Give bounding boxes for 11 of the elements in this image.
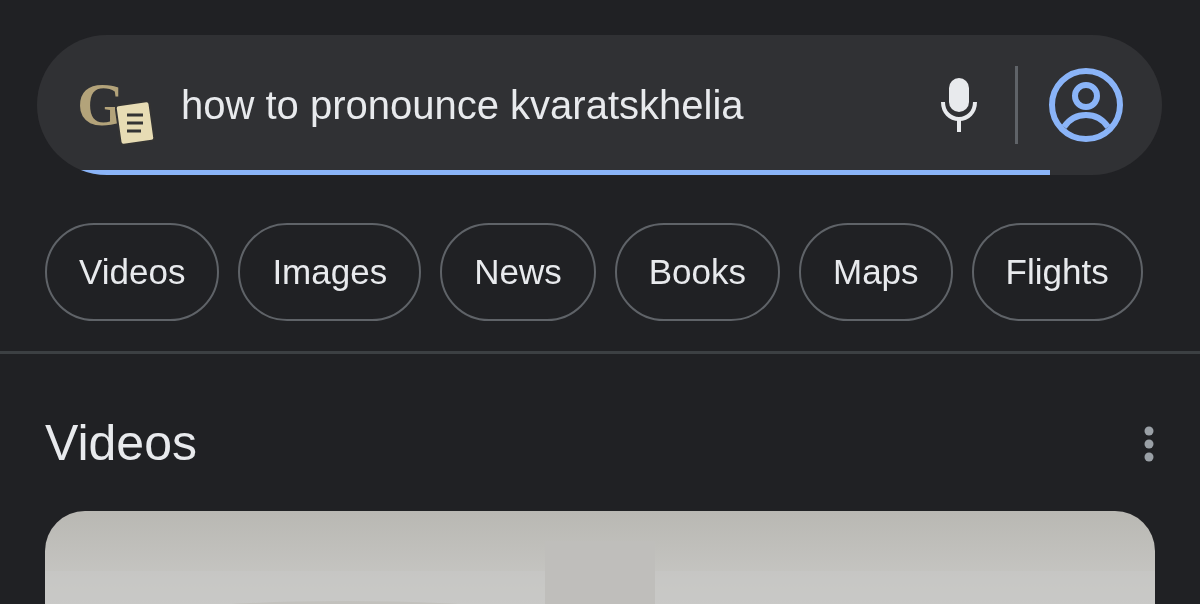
filter-chip[interactable]: Images — [238, 223, 422, 321]
account-icon[interactable] — [1048, 67, 1124, 143]
filter-chip[interactable]: Books — [614, 223, 780, 321]
filter-chip[interactable]: Maps — [799, 223, 953, 321]
filter-chip[interactable]: Videos — [45, 223, 220, 321]
filter-chip[interactable]: Flights — [971, 223, 1143, 321]
filter-chip[interactable]: News — [440, 223, 596, 321]
more-icon[interactable] — [1143, 425, 1155, 462]
section-title: Videos — [45, 414, 197, 473]
search-query[interactable]: how to pronounce kvaratskhelia — [181, 75, 744, 135]
microphone-icon[interactable] — [939, 76, 979, 134]
